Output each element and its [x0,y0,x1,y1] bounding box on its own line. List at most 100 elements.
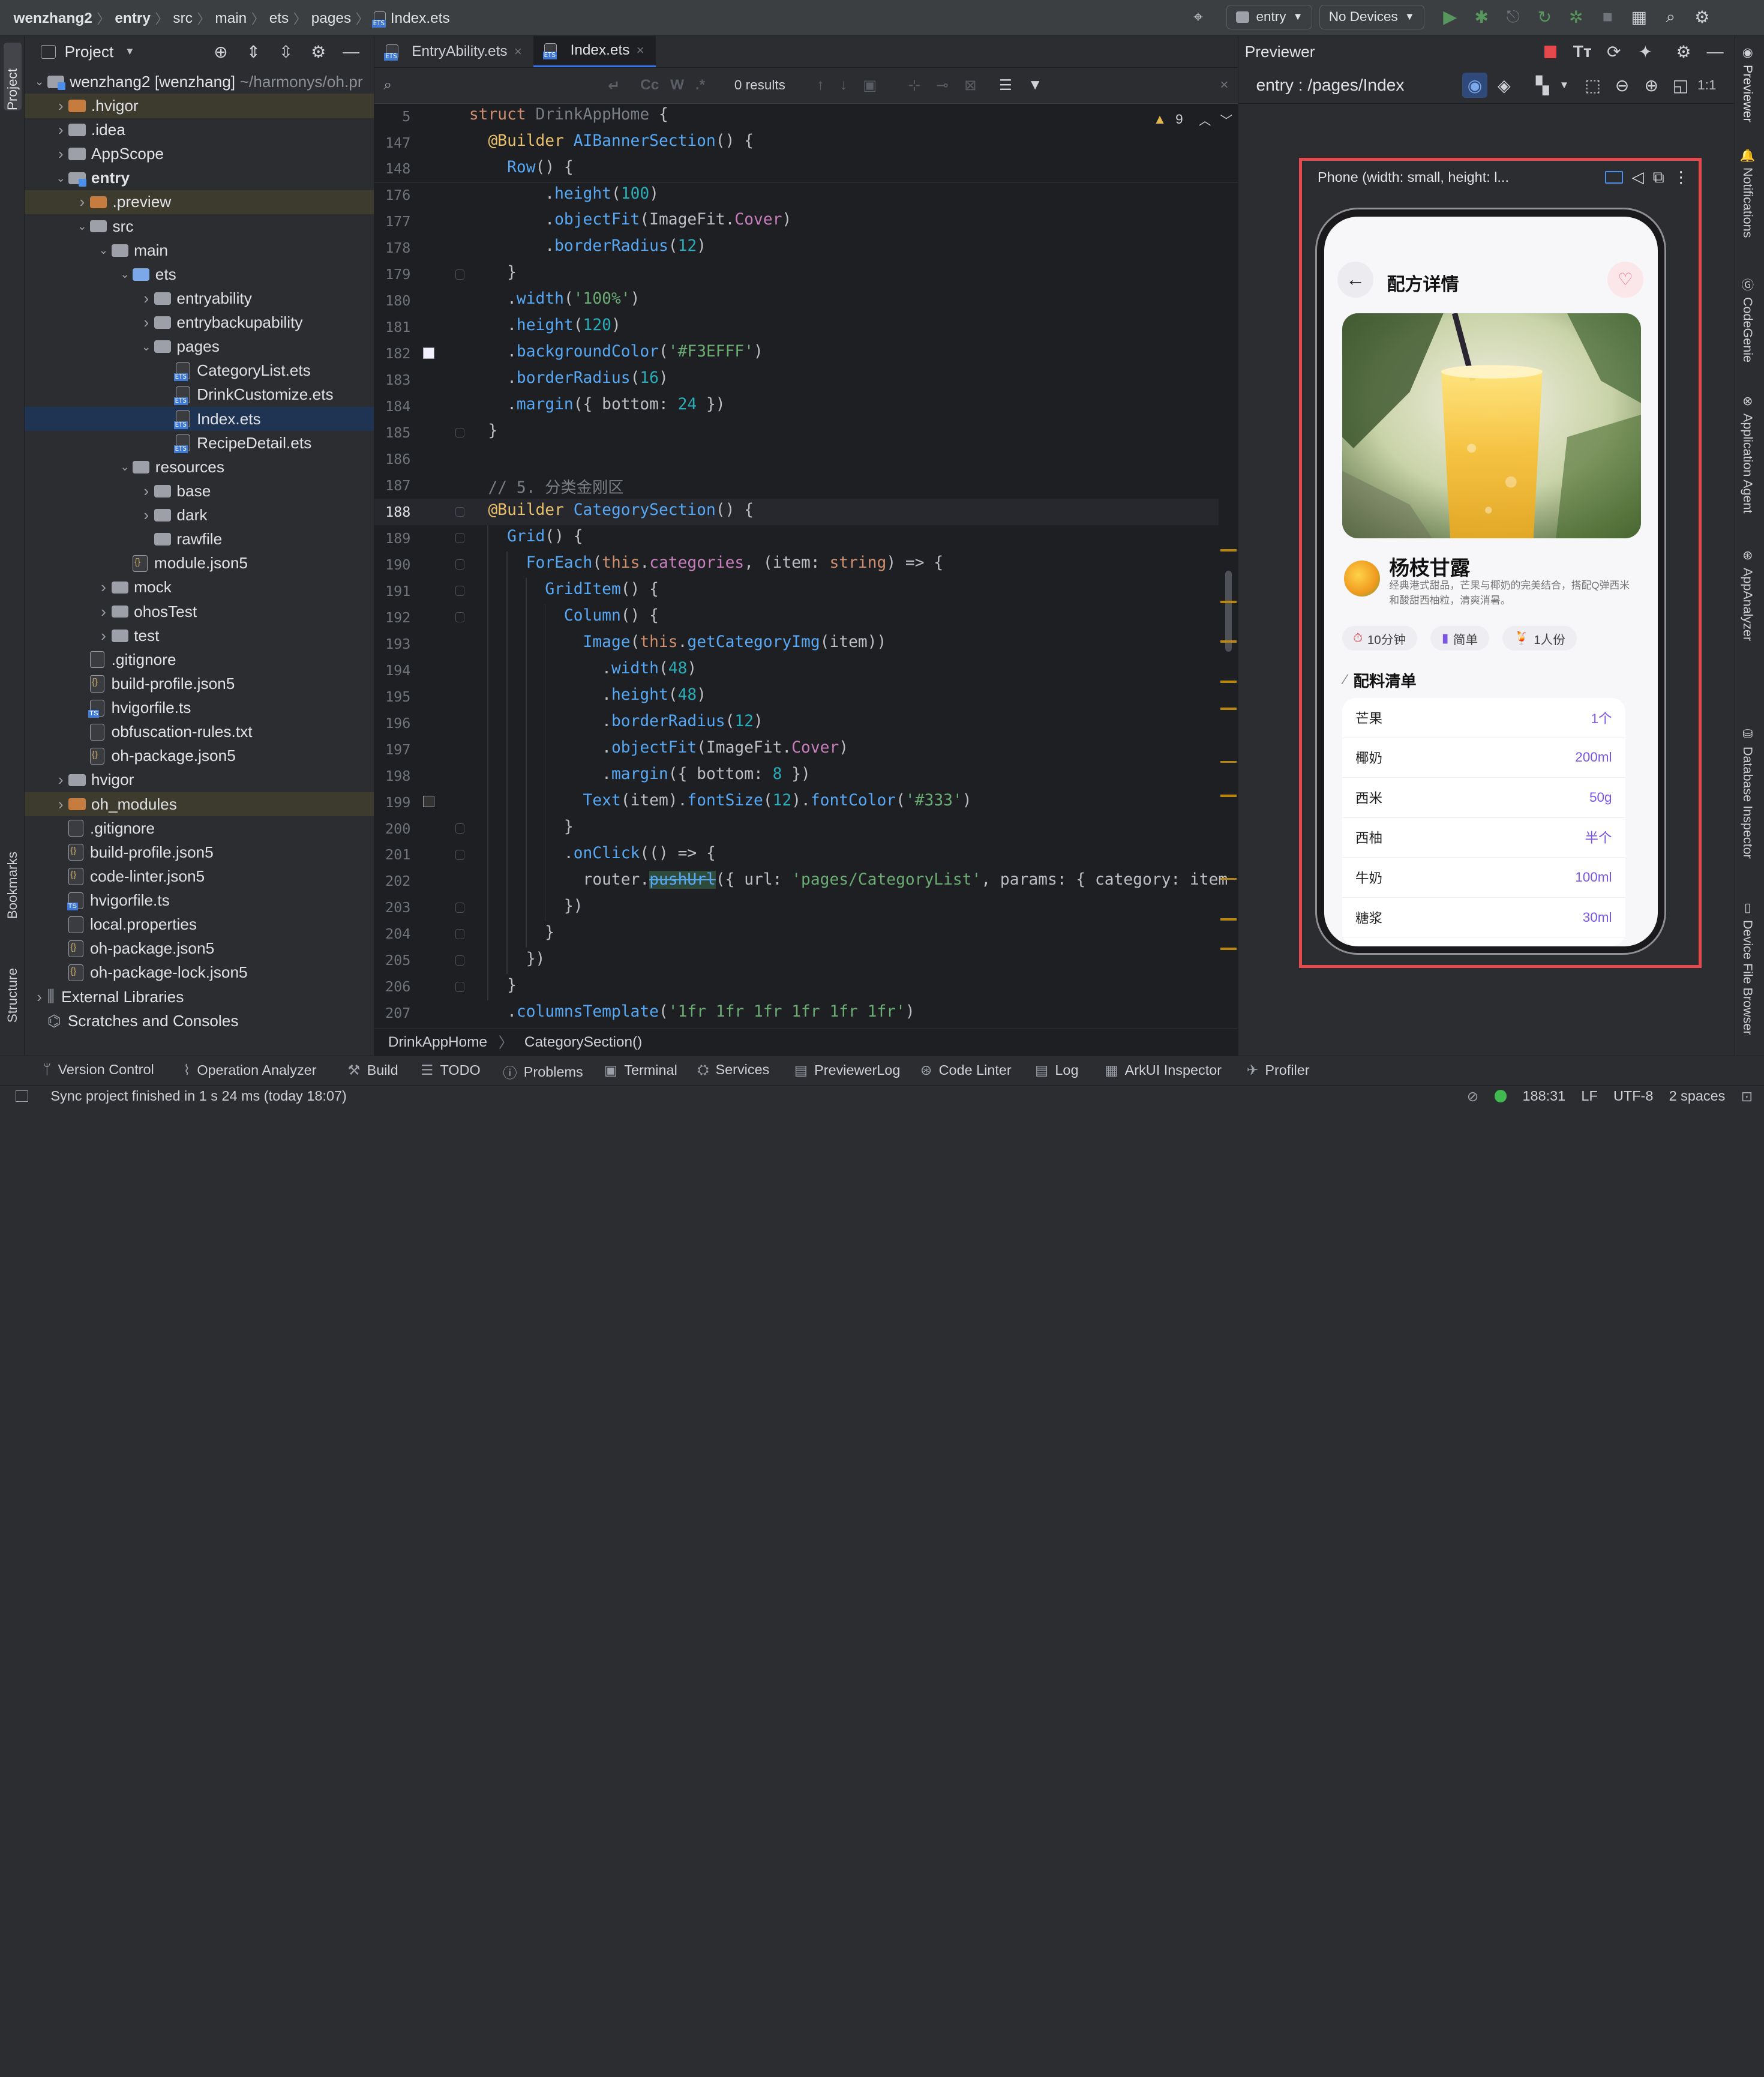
warning-stripe[interactable] [1220,708,1237,711]
tool-database-inspector-button[interactable]: ⛁ Database Inspector [1740,727,1756,858]
warning-stripe[interactable] [1220,549,1237,552]
fold-marker-icon[interactable] [455,823,465,834]
fold-marker-icon[interactable] [455,427,465,438]
line-number[interactable]: 186 [374,451,410,467]
code-line[interactable]: ForEach(this.categories, (item: string) … [469,554,943,572]
run-icon[interactable]: ▶ [1438,5,1462,29]
inspection-widget[interactable]: ▲ 9 ︿ ﹀ [1153,110,1232,128]
tree-item[interactable]: › .idea [25,118,374,142]
chevron-right-icon[interactable]: › [53,97,68,115]
tool-appanalyzer-button[interactable]: ⊛ AppAnalyzer [1740,548,1756,641]
chevron-right-icon[interactable]: › [139,289,154,308]
line-number[interactable]: 188 [374,503,410,520]
fold-marker-icon[interactable] [455,533,465,544]
tree-item[interactable]: .gitignore [25,648,374,672]
tool-log-button[interactable]: ▤ Log [1035,1062,1078,1078]
tree-item[interactable]: › test [25,624,374,648]
line-number[interactable]: 196 [374,715,410,732]
select-all-occurrences-icon[interactable]: ⊠ [964,76,976,94]
project-panel-title[interactable]: Project [65,43,114,61]
tree-item[interactable]: oh-package.json5 [25,937,374,961]
code-line[interactable]: .borderRadius(16) [469,369,668,387]
newline-toggle-icon[interactable]: ↵ [608,77,620,94]
chevron-right-icon[interactable]: › [53,795,68,814]
tree-item[interactable]: ⌬ Scratches and Consoles [25,1009,374,1033]
device-dropdown[interactable]: No Devices ▼ [1319,4,1424,29]
hide-panel-icon[interactable]: — [1703,40,1727,64]
chevron-right-icon[interactable]: › [139,313,154,332]
options-gear-icon[interactable]: ⚙ [307,40,330,64]
line-number[interactable]: 190 [374,556,410,573]
line-number[interactable]: 206 [374,978,410,995]
line-number[interactable]: 205 [374,952,410,969]
actual-size-icon[interactable]: 1:1 [1697,77,1716,93]
code-area[interactable]: 176 .height(100) 177 .objectFit(ImageFit.… [374,182,1238,1029]
fold-marker-icon[interactable] [455,506,465,517]
tree-item[interactable]: local.properties [25,913,374,937]
code-line[interactable]: .height(48) [469,686,706,704]
chevron-up-icon[interactable]: ︿ [1199,110,1211,128]
line-number[interactable]: 189 [374,530,410,547]
breadcrumb-item[interactable]: CategorySection() [524,1034,642,1051]
color-swatch-icon[interactable] [423,347,434,359]
refresh-icon[interactable]: ⟳ [1601,40,1626,64]
tree-item[interactable]: hvigorfile.ts [25,696,374,720]
profile-icon[interactable]: ✲ [1564,5,1588,29]
code-line[interactable]: } [469,263,517,281]
tree-item[interactable]: module.json5 [25,552,374,576]
code-line[interactable]: .columnsTemplate('1fr 1fr 1fr 1fr 1fr 1f… [469,1003,915,1021]
cursor-position[interactable]: 188:31 [1523,1088,1566,1104]
breadcrumb-item[interactable]: src [173,10,192,27]
connection-status-icon[interactable] [1494,1090,1507,1103]
chevron-right-icon[interactable]: › [53,771,68,789]
tree-item[interactable]: ⌄ ets [25,262,374,286]
chevron-down-icon[interactable]: ⌄ [53,172,68,185]
warning-stripe[interactable] [1220,760,1237,763]
warning-stripe[interactable] [1220,601,1237,603]
tree-item[interactable]: › ohosTest [25,600,374,624]
tool-terminal-button[interactable]: ▣ Terminal [604,1062,677,1078]
code-line[interactable]: @Builder CategorySection() { [469,501,754,519]
code-line[interactable]: } [469,818,574,836]
breadcrumb-item[interactable]: pages [311,10,351,27]
tree-item[interactable]: › mock [25,576,374,600]
zoom-out-icon[interactable]: ⊖ [1610,73,1634,97]
fit-screen-icon[interactable]: ◱ [1668,73,1693,97]
chevron-right-icon[interactable]: › [95,578,111,597]
tool-code-linter-button[interactable]: ⊛ Code Linter [920,1062,1012,1078]
warning-stripe[interactable] [1220,918,1237,921]
code-line[interactable]: .borderRadius(12) [469,237,706,255]
breadcrumb-item[interactable]: DrinkAppHome [388,1034,487,1051]
pin-icon[interactable]: ✦ [1633,40,1658,64]
crop-icon[interactable]: ⬚ [1580,73,1605,97]
attach-debugger-icon[interactable]: ⎋ [1501,5,1525,29]
tree-item[interactable]: › hvigor [25,768,374,792]
tool-notifications-button[interactable]: 🔔 Notifications [1740,149,1756,238]
settings-gear-icon[interactable]: ⚙ [1671,40,1696,64]
line-number[interactable]: 176 [374,187,410,203]
chevron-down-icon[interactable]: ⌄ [32,75,47,88]
multi-profile-icon[interactable] [1604,171,1623,184]
tree-item[interactable]: Index.ets [25,407,374,431]
chevron-down-icon[interactable]: ▼ [125,46,135,58]
warning-stripe[interactable] [1220,640,1237,643]
line-number[interactable]: 147 [374,134,410,151]
line-number[interactable]: 180 [374,292,410,309]
tool-version-control-button[interactable]: ᛘ Version Control [43,1062,154,1078]
chevron-right-icon[interactable]: › [53,145,68,163]
code-line[interactable]: .height(100) [469,185,659,203]
fold-marker-icon[interactable] [455,269,465,280]
heart-favorite-icon[interactable]: ♡ [1607,261,1643,298]
tree-item[interactable]: › entrybackupability [25,311,374,335]
fold-marker-icon[interactable] [455,929,465,939]
code-line[interactable]: .height(120) [469,316,621,334]
stop-preview-icon[interactable] [1544,45,1557,58]
line-number[interactable]: 183 [374,371,410,388]
filter-icon[interactable]: ▼ [1028,77,1042,94]
tree-item[interactable]: › base [25,479,374,503]
line-number[interactable]: 201 [374,846,410,863]
line-number[interactable]: 207 [374,1005,410,1021]
breadcrumb-item[interactable]: entry [115,10,151,27]
tree-item[interactable]: › .hvigor [25,94,374,118]
tree-item[interactable]: code-linter.json5 [25,864,374,888]
